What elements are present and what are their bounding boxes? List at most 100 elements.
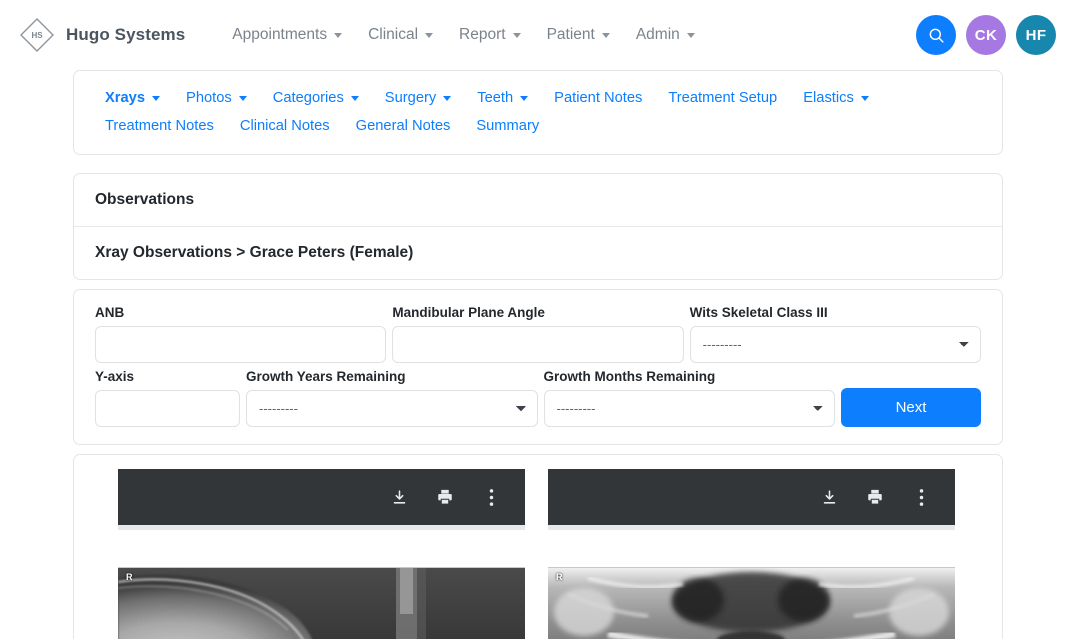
chevron-down-icon: [513, 33, 521, 38]
chevron-down-icon: [425, 33, 433, 38]
field-wits-skeletal-class-iii: Wits Skeletal Class III ---------: [690, 305, 981, 363]
search-button[interactable]: [916, 15, 956, 55]
chevron-down-icon: [239, 96, 247, 101]
navbar-actions: CK HF: [916, 0, 1056, 70]
chevron-down-icon: [687, 33, 695, 38]
nav-item-label: Patient: [547, 26, 595, 44]
tab-teeth[interactable]: Teeth: [464, 84, 541, 112]
growth-months-remaining-label: Growth Months Remaining: [544, 369, 836, 384]
nav-item-label: Clinical: [368, 26, 418, 44]
field-growth-years-remaining: Growth Years Remaining ---------: [246, 369, 538, 427]
panoramic-image-wrap: R: [548, 568, 955, 639]
form-row-2: Y-axis Growth Years Remaining --------- …: [95, 369, 981, 427]
print-icon[interactable]: [865, 487, 885, 507]
chevron-down-icon: [861, 96, 869, 101]
tab-label: Treatment Setup: [668, 90, 777, 106]
nav-item-patient[interactable]: Patient: [534, 20, 623, 50]
cephalometric-xray-viewer: R: [118, 469, 525, 639]
observations-breadcrumb: Xray Observations > Grace Peters (Female…: [74, 227, 1002, 279]
more-options-icon[interactable]: [481, 487, 501, 507]
panoramic-xray-image: [548, 568, 955, 639]
growth-years-remaining-label: Growth Years Remaining: [246, 369, 538, 384]
nav-item-label: Appointments: [232, 26, 327, 44]
tab-label: Photos: [186, 90, 232, 106]
mandibular-plane-angle-label: Mandibular Plane Angle: [392, 305, 683, 320]
download-icon[interactable]: [819, 487, 839, 507]
chevron-down-icon: [602, 33, 610, 38]
mandibular-plane-angle-input[interactable]: [392, 326, 683, 363]
next-button[interactable]: Next: [841, 388, 981, 427]
nav-item-report[interactable]: Report: [446, 20, 534, 50]
tab-surgery[interactable]: Surgery: [372, 84, 464, 112]
tab-label: Surgery: [385, 90, 436, 106]
nav-item-label: Report: [459, 26, 506, 44]
tab-treatment-notes[interactable]: Treatment Notes: [92, 112, 227, 140]
page-top-margin: [118, 530, 525, 568]
page-top-margin: [548, 530, 955, 568]
chevron-down-icon: [443, 96, 451, 101]
tab-general-notes[interactable]: General Notes: [343, 112, 464, 140]
field-anb: ANB: [95, 305, 386, 363]
field-y-axis: Y-axis: [95, 369, 240, 427]
print-icon[interactable]: [435, 487, 455, 507]
page-body: Xrays Photos Categories Surgery Teeth Pa…: [0, 70, 1076, 639]
panoramic-page: R: [548, 525, 955, 639]
tab-summary[interactable]: Summary: [463, 112, 552, 140]
chevron-down-icon: [334, 33, 342, 38]
cephalometric-image-wrap: R: [118, 568, 525, 639]
tab-label: Xrays: [105, 90, 145, 106]
xray-observations-form: ANB Mandibular Plane Angle Wits Skeletal…: [73, 289, 1003, 445]
tab-xrays[interactable]: Xrays: [92, 84, 173, 112]
top-navbar: HS Hugo Systems Appointments Clinical Re…: [0, 0, 1076, 70]
tab-label: Elastics: [803, 90, 854, 106]
tab-treatment-setup[interactable]: Treatment Setup: [655, 84, 790, 112]
y-axis-label: Y-axis: [95, 369, 240, 384]
form-row-1: ANB Mandibular Plane Angle Wits Skeletal…: [95, 305, 981, 363]
cephalometric-page: R: [118, 525, 525, 639]
tab-label: Categories: [273, 90, 344, 106]
wits-skeletal-class-iii-select[interactable]: ---------: [690, 326, 981, 363]
tab-label: Teeth: [477, 90, 513, 106]
section-tabs-card: Xrays Photos Categories Surgery Teeth Pa…: [73, 70, 1003, 155]
nav-item-admin[interactable]: Admin: [623, 20, 708, 50]
field-mandibular-plane-angle: Mandibular Plane Angle: [392, 305, 683, 363]
avatar-hf[interactable]: HF: [1016, 15, 1056, 55]
nav-item-label: Admin: [636, 26, 680, 44]
chevron-down-icon: [520, 96, 528, 101]
growth-months-remaining-select[interactable]: ---------: [544, 390, 836, 427]
avatar-initials: CK: [975, 27, 997, 44]
panoramic-viewer-toolbar: [548, 469, 955, 525]
primary-nav: Appointments Clinical Report Patient Adm…: [219, 20, 707, 50]
xray-orientation-marker: R: [126, 572, 133, 582]
observations-card: Observations Xray Observations > Grace P…: [73, 173, 1003, 280]
nav-item-appointments[interactable]: Appointments: [219, 20, 355, 50]
tab-label: Summary: [476, 118, 539, 134]
tab-clinical-notes[interactable]: Clinical Notes: [227, 112, 343, 140]
tab-categories[interactable]: Categories: [260, 84, 372, 112]
tab-label: Treatment Notes: [105, 118, 214, 134]
wits-skeletal-class-iii-label: Wits Skeletal Class III: [690, 305, 981, 320]
tab-elastics[interactable]: Elastics: [790, 84, 882, 112]
tab-label: Patient Notes: [554, 90, 642, 106]
panoramic-xray-viewer: R: [548, 469, 955, 639]
tab-patient-notes[interactable]: Patient Notes: [541, 84, 655, 112]
section-tabs: Xrays Photos Categories Surgery Teeth Pa…: [92, 84, 984, 140]
brand-name: Hugo Systems: [66, 25, 185, 45]
chevron-down-icon: [351, 96, 359, 101]
tab-photos[interactable]: Photos: [173, 84, 260, 112]
diamond-logo-icon: HS: [18, 16, 56, 54]
avatar-initials: HF: [1026, 27, 1047, 44]
brand[interactable]: HS Hugo Systems: [18, 16, 185, 54]
field-growth-months-remaining: Growth Months Remaining ---------: [544, 369, 836, 427]
nav-item-clinical[interactable]: Clinical: [355, 20, 446, 50]
y-axis-input[interactable]: [95, 390, 240, 427]
growth-years-remaining-select[interactable]: ---------: [246, 390, 538, 427]
avatar-ck[interactable]: CK: [966, 15, 1006, 55]
xray-orientation-marker: R: [556, 572, 563, 582]
more-options-icon[interactable]: [911, 487, 931, 507]
observations-title: Observations: [74, 174, 1002, 227]
xray-viewers-card: R: [73, 454, 1003, 639]
download-icon[interactable]: [389, 487, 409, 507]
anb-input[interactable]: [95, 326, 386, 363]
tab-label: Clinical Notes: [240, 118, 330, 134]
